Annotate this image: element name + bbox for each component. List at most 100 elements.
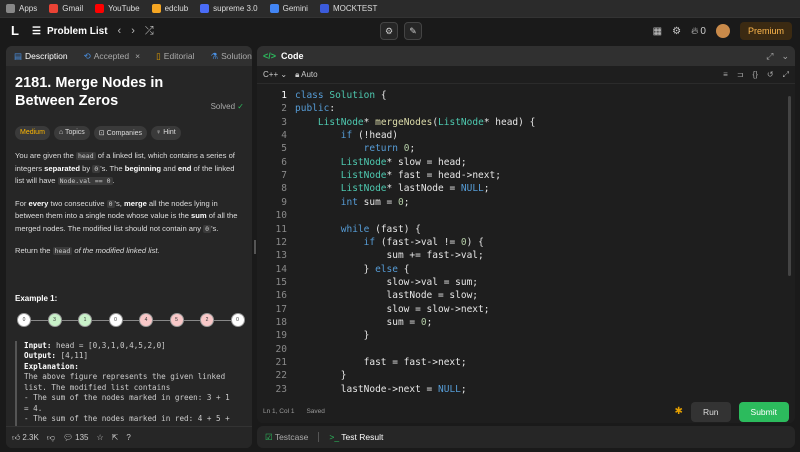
debug-bug-icon[interactable]: ✱	[675, 406, 683, 417]
topics-button[interactable]: ⌂ Topics	[53, 126, 90, 140]
tab-accepted-label: Accepted	[93, 51, 130, 61]
explanation-label: Explanation:	[24, 361, 79, 371]
reset-icon[interactable]: ↺	[767, 70, 774, 80]
tab-separator	[318, 432, 320, 442]
bookmark-label: Gmail	[62, 4, 84, 13]
bookmark-item[interactable]: Gmail	[49, 4, 83, 13]
format-icon[interactable]: ≡	[723, 70, 728, 80]
shuffle-icon[interactable]: ⤮	[145, 25, 154, 38]
example-title: Example 1:	[15, 293, 58, 303]
hint-label: Hint	[163, 129, 176, 136]
difficulty-badge[interactable]: Medium	[15, 126, 50, 140]
bookmark-label: MOCKTEST	[332, 4, 378, 13]
tab-test-result[interactable]: >_ Test Result	[329, 432, 383, 442]
code-line[interactable]: lastNode->next = NULL;	[295, 384, 467, 395]
code-line[interactable]: class Solution {	[295, 90, 387, 101]
line-number: 3	[281, 116, 287, 128]
run-button[interactable]: Run	[690, 401, 731, 422]
code-icon: </>	[263, 51, 277, 61]
code-line[interactable]: if (!head)	[295, 130, 398, 141]
layout-icon[interactable]: ▦	[653, 26, 662, 37]
code-line[interactable]: slow = slow->next;	[295, 304, 490, 315]
bookmark-favicon-icon	[49, 4, 59, 13]
problem-paragraph-2: For every two consecutive 0's, merge all…	[15, 198, 238, 233]
code-line[interactable]: slow->val = sum;	[295, 277, 479, 288]
language-select[interactable]: C++ ⌄	[263, 70, 287, 79]
braces-icon[interactable]: {}	[753, 70, 758, 80]
submit-button[interactable]: Submit	[738, 401, 789, 422]
star-icon[interactable]: ☆	[96, 433, 103, 442]
debug-icon[interactable]: ⚙	[380, 22, 398, 40]
code-line[interactable]: fast = fast->next;	[295, 357, 467, 368]
code-editor[interactable]: 1 class Solution {2 public: 3 ListNode* mer…	[257, 86, 795, 400]
bookmark-item[interactable]: MOCKTEST	[319, 4, 378, 13]
maximize-icon[interactable]: ⤢	[766, 51, 773, 62]
auto-toggle[interactable]: 🔒︎ Auto	[295, 70, 318, 80]
tab-accepted[interactable]: ⟲ Accepted ×	[80, 51, 145, 62]
code-line[interactable]: }	[295, 370, 347, 381]
list-node: 0	[17, 312, 31, 327]
code-line[interactable]: ListNode* slow = head;	[295, 157, 467, 168]
bookmark-item[interactable]: Apps	[6, 4, 37, 13]
problem-list-button[interactable]: ☰ Problem List	[32, 26, 108, 37]
help-icon[interactable]: ?	[126, 433, 130, 442]
line-number: 7	[281, 170, 287, 182]
code-line[interactable]: int sum = 0;	[295, 197, 410, 208]
problem-paragraph-1: You are given the head of a linked list,…	[15, 151, 235, 185]
streak-fire-icon[interactable]: 🔥︎	[691, 26, 698, 37]
prev-problem-icon[interactable]: ‹	[118, 25, 122, 37]
hint-button[interactable]: ♀ Hint	[151, 126, 181, 140]
bookmark-icon[interactable]: ⊐	[737, 70, 744, 80]
next-problem-icon[interactable]: ›	[131, 25, 135, 37]
bookmark-item[interactable]: Gemini	[269, 4, 308, 13]
line-number: 18	[275, 316, 287, 328]
editor-scrollbar[interactable]	[788, 96, 791, 276]
bookmark-item[interactable]: supreme 3.0	[200, 4, 258, 13]
code-line[interactable]: ListNode* lastNode = NULL;	[295, 183, 490, 194]
node-link	[183, 319, 200, 321]
avatar[interactable]	[715, 24, 730, 38]
share-icon[interactable]: ⇱	[112, 433, 119, 442]
fullscreen-icon[interactable]: ⤢	[783, 70, 789, 80]
thumbs-up-icon[interactable]: 👍︎	[12, 433, 20, 443]
checkbox-icon: ☑	[265, 431, 275, 442]
code-line[interactable]: while (fast) {	[295, 224, 421, 235]
premium-button[interactable]: Premium	[739, 22, 792, 40]
bookmark-label: edclub	[164, 4, 189, 13]
bookmark-item[interactable]: YouTube	[95, 4, 140, 13]
comment-icon[interactable]: 💬︎	[63, 433, 73, 442]
code-line[interactable]: sum = 0;	[295, 317, 433, 328]
line-number: 1	[281, 90, 287, 101]
code-line[interactable]: public:	[295, 103, 335, 114]
bookmark-item[interactable]: edclub	[151, 4, 189, 13]
code-line[interactable]: return 0;	[295, 143, 416, 154]
code-line[interactable]: ListNode* fast = head->next;	[295, 170, 501, 181]
code-line[interactable]: lastNode = slow;	[295, 290, 479, 301]
code-line[interactable]: }	[295, 330, 370, 341]
bookmark-label: supreme 3.0	[213, 4, 258, 13]
note-icon[interactable]: ✎	[404, 22, 422, 40]
solved-status: Solved ✓	[211, 102, 244, 111]
code-line[interactable]: if (fast->val != 0) {	[295, 237, 484, 248]
settings-icon[interactable]: ⚙	[672, 26, 681, 37]
cursor-position: Ln 1, Col 1	[263, 408, 295, 415]
line-number: 12	[275, 236, 287, 248]
tab-solutions[interactable]: ⚗ Solutions	[207, 51, 252, 62]
tab-editorial[interactable]: ▯ Editorial	[152, 51, 198, 62]
close-icon[interactable]: ×	[135, 51, 140, 61]
output-label: Output:	[24, 351, 57, 360]
collapse-icon[interactable]: ⌄	[781, 51, 789, 62]
tab-description[interactable]: ▤ Description	[10, 51, 72, 62]
list-node: 1	[78, 312, 92, 327]
thumbs-down-icon[interactable]: 👎︎	[47, 433, 55, 443]
input-value: head = [0,3,1,0,4,5,2,0]	[51, 340, 166, 350]
tab-description-label: Description	[25, 51, 68, 61]
companies-button[interactable]: ⊡ Companies	[93, 126, 148, 140]
code-line[interactable]: sum += fast->val;	[295, 250, 484, 261]
test-result-label: Test Result	[341, 432, 384, 442]
panel-resize-handle[interactable]	[254, 240, 256, 254]
leetcode-logo-icon[interactable]: L	[8, 24, 22, 38]
code-line[interactable]: ListNode* mergeNodes(ListNode* head) {	[295, 117, 535, 128]
code-line[interactable]: } else {	[295, 264, 410, 275]
tab-testcase[interactable]: ☑ Testcase	[265, 432, 308, 443]
